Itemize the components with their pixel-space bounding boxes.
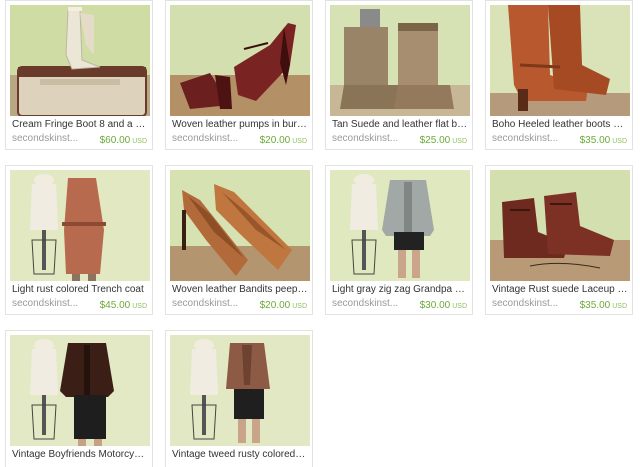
listing-card[interactable]: Light rust colored Trench coat secondski…: [5, 165, 153, 315]
listing-title[interactable]: Boho Heeled leather boots size 8: [492, 118, 628, 131]
listing-price: $20.00: [259, 135, 291, 146]
listing-card[interactable]: Woven leather Bandits peep toe secondski…: [165, 165, 313, 315]
listing-shop-name[interactable]: secondskinst...: [332, 132, 412, 145]
listing-price-box: $60.00 USD: [100, 132, 147, 148]
listing-price-box: $20.00 USD: [260, 132, 307, 148]
listing-price: $60.00: [99, 135, 131, 146]
listing-price-box: $35.00 USD: [580, 297, 627, 313]
listing-price: $35.00: [579, 135, 611, 146]
listing-image[interactable]: [490, 170, 630, 281]
listing-title[interactable]: Tan Suede and leather flat boots: [332, 118, 468, 131]
listing-price: $30.00: [419, 300, 451, 311]
listing-image[interactable]: [170, 335, 310, 446]
listing-shop-name[interactable]: secondskinst...: [12, 132, 92, 145]
listing-card[interactable]: Vintage Boyfriends Motorcycle jacket: [5, 330, 153, 467]
listing-card[interactable]: Vintage Rust suede Laceup boots secondsk…: [485, 165, 633, 315]
listing-currency: USD: [452, 303, 467, 310]
listing-card[interactable]: Boho Heeled leather boots size 8 seconds…: [485, 0, 633, 150]
listing-title[interactable]: Woven leather pumps in burgundy: [172, 118, 308, 131]
listing-card[interactable]: Cream Fringe Boot 8 and a half secondski…: [5, 0, 153, 150]
listing-currency: USD: [292, 138, 307, 145]
listing-grid: Cream Fringe Boot 8 and a half secondski…: [0, 0, 640, 467]
listing-card[interactable]: Woven leather pumps in burgundy secondsk…: [165, 0, 313, 150]
listing-price-box: $45.00 USD: [100, 297, 147, 313]
listing-shop-name[interactable]: secondskinst...: [492, 297, 572, 310]
listing-price: $25.00: [419, 135, 451, 146]
listing-price: $20.00: [259, 300, 291, 311]
listing-shop-name[interactable]: secondskinst...: [332, 297, 412, 310]
listing-image[interactable]: [170, 170, 310, 281]
listing-shop-name[interactable]: secondskinst...: [172, 132, 252, 145]
listing-shop-name[interactable]: secondskinst...: [172, 297, 252, 310]
listing-card[interactable]: Tan Suede and leather flat boots seconds…: [325, 0, 473, 150]
listing-image[interactable]: [10, 5, 150, 116]
listing-price-box: $35.00 USD: [580, 132, 627, 148]
listing-currency: USD: [612, 138, 627, 145]
listing-currency: USD: [612, 303, 627, 310]
listing-card[interactable]: Vintage tweed rusty colored blazer: [165, 330, 313, 467]
listing-shop-name[interactable]: secondskinst...: [492, 132, 572, 145]
listing-price-box: $20.00 USD: [260, 297, 307, 313]
listing-image[interactable]: [10, 335, 150, 446]
listing-title[interactable]: Light rust colored Trench coat: [12, 283, 148, 296]
listing-title[interactable]: Light gray zig zag Grandpa cardigan: [332, 283, 468, 296]
listing-title[interactable]: Cream Fringe Boot 8 and a half: [12, 118, 148, 131]
listing-image[interactable]: [170, 5, 310, 116]
listing-price-box: $30.00 USD: [420, 297, 467, 313]
listing-card[interactable]: Light gray zig zag Grandpa cardigan seco…: [325, 165, 473, 315]
listing-price-box: $25.00 USD: [420, 132, 467, 148]
listing-title[interactable]: Vintage tweed rusty colored blazer: [172, 448, 308, 461]
listing-image[interactable]: [330, 170, 470, 281]
listing-currency: USD: [452, 138, 467, 145]
listing-image[interactable]: [490, 5, 630, 116]
listing-price: $45.00: [99, 300, 131, 311]
listing-shop-name[interactable]: secondskinst...: [12, 297, 92, 310]
listing-title[interactable]: Woven leather Bandits peep toe: [172, 283, 308, 296]
listing-image[interactable]: [10, 170, 150, 281]
listing-title[interactable]: Vintage Rust suede Laceup boots: [492, 283, 628, 296]
listing-title[interactable]: Vintage Boyfriends Motorcycle jacket: [12, 448, 148, 461]
listing-price: $35.00: [579, 300, 611, 311]
listing-currency: USD: [132, 303, 147, 310]
listing-currency: USD: [292, 303, 307, 310]
listing-currency: USD: [132, 138, 147, 145]
listing-image[interactable]: [330, 5, 470, 116]
